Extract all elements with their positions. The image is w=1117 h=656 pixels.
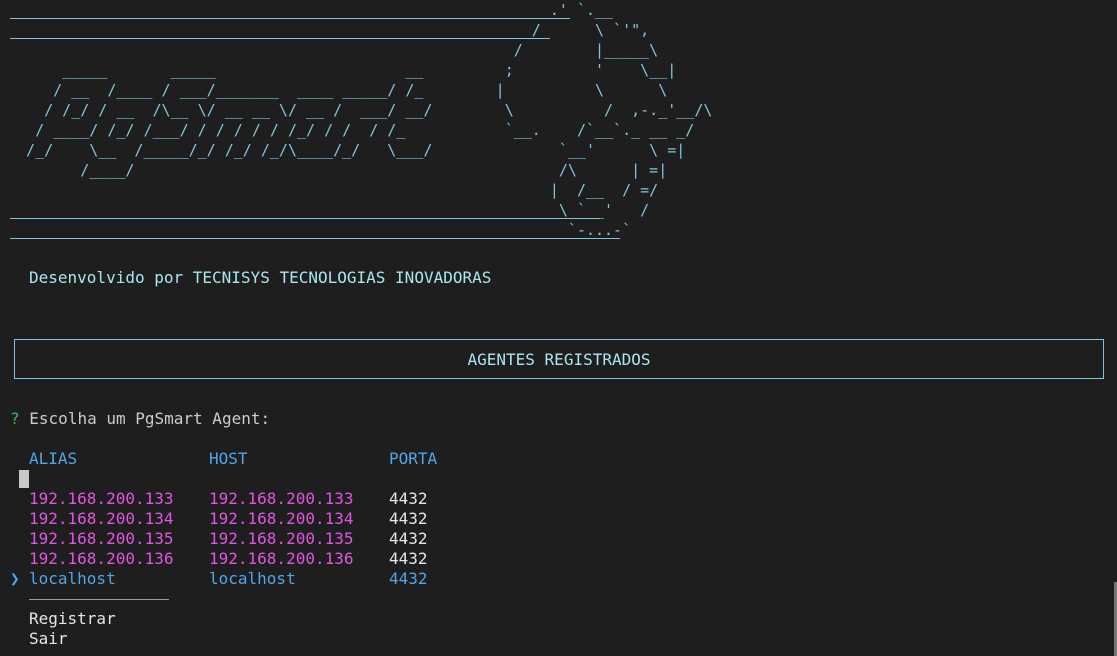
agent-prompt: ? Escolha um PgSmart Agent:	[10, 409, 270, 429]
banner-rule-1	[10, 18, 570, 19]
header-host: HOST	[209, 449, 248, 468]
agent-row-selected[interactable]: ❯ localhost localhost 4432	[0, 569, 600, 589]
agent-port: 4432	[389, 549, 428, 568]
agent-row[interactable]: 192.168.200.135 192.168.200.135 4432	[0, 529, 600, 549]
agent-row[interactable]: 192.168.200.133 192.168.200.133 4432	[0, 489, 600, 509]
banner-rule-2	[10, 38, 550, 39]
header-port: PORTA	[389, 449, 438, 468]
agent-alias: 192.168.200.136	[29, 549, 174, 568]
agent-host: 192.168.200.135	[209, 529, 354, 548]
agent-host: 192.168.200.134	[209, 509, 354, 528]
prompt-text: Escolha um PgSmart Agent:	[29, 409, 271, 428]
pgsmart-ascii-logo: .' `.__ / \ `'", / |_____\ _____ _____ _…	[26, 1, 713, 239]
banner-rule-4	[10, 238, 620, 239]
agent-alias: 192.168.200.134	[29, 509, 174, 528]
agent-port: 4432	[389, 509, 428, 528]
question-mark-icon: ?	[10, 409, 20, 428]
header-alias: ALIAS	[29, 449, 78, 468]
terminal-cursor	[19, 470, 29, 488]
agent-alias: 192.168.200.133	[29, 489, 174, 508]
agent-host: localhost	[209, 569, 296, 588]
selection-pointer-icon: ❯	[10, 569, 20, 588]
agent-alias: localhost	[29, 569, 116, 588]
agent-row[interactable]: 192.168.200.134 192.168.200.134 4432	[0, 509, 600, 529]
menu-item-register[interactable]: Registrar	[29, 609, 116, 629]
agent-port: 4432	[389, 529, 428, 548]
menu-item-exit[interactable]: Sair	[29, 629, 68, 649]
agent-host: 192.168.200.133	[209, 489, 354, 508]
section-title: AGENTES REGISTRADOS	[467, 349, 651, 369]
agent-alias: 192.168.200.135	[29, 529, 174, 548]
agent-port: 4432	[389, 489, 428, 508]
agent-host: 192.168.200.136	[209, 549, 354, 568]
agent-row[interactable]: 192.168.200.136 192.168.200.136 4432	[0, 549, 600, 569]
section-title-box: AGENTES REGISTRADOS	[14, 339, 1104, 379]
menu-separator	[29, 599, 169, 600]
banner-rule-3	[10, 218, 600, 219]
agent-port: 4432	[389, 569, 428, 588]
developer-credit: Desenvolvido por TECNISYS TECNOLOGIAS IN…	[29, 268, 492, 287]
